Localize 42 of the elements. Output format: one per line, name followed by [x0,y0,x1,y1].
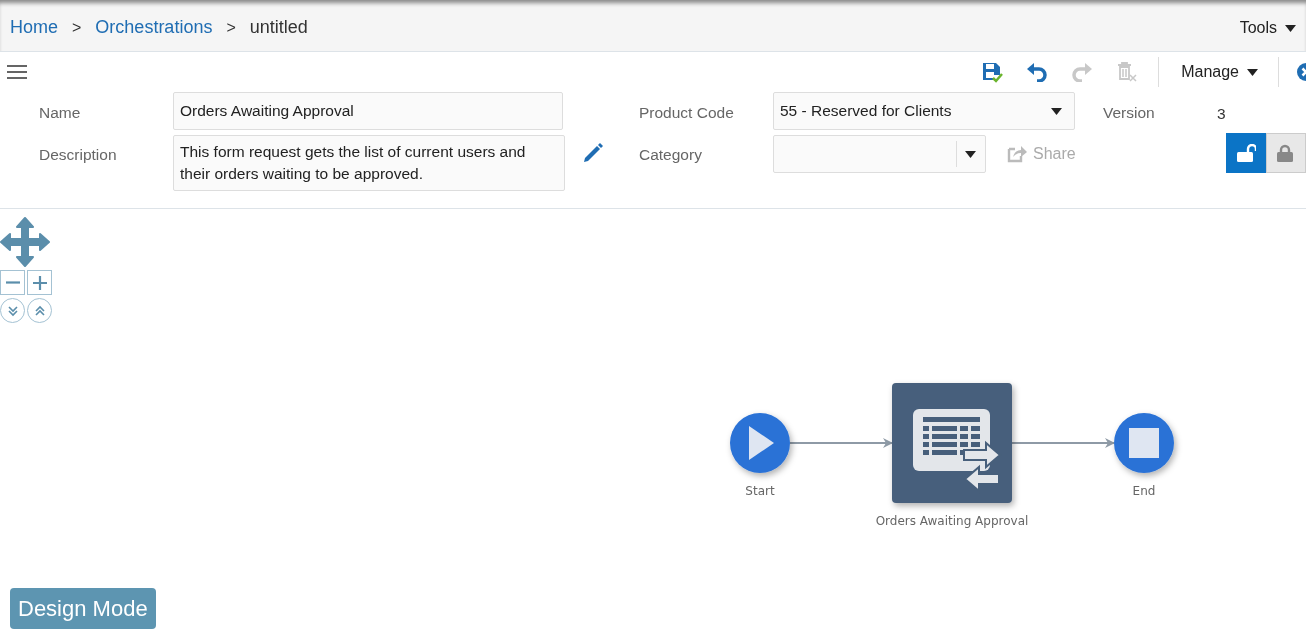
tools-menu[interactable]: Tools [1239,15,1296,40]
breadcrumb-current: untitled [249,16,308,39]
breadcrumb-separator: > [72,17,82,38]
field-label: Product Code [639,103,735,123]
node-label: Start [745,484,775,498]
chevrons-up-icon [33,304,46,317]
field-label: Description [39,145,118,165]
plus-icon [31,274,48,291]
task-node[interactable] [892,383,1012,503]
unlocked-padlock-icon [1236,144,1256,162]
caret-icon [1285,24,1296,32]
collapse-button[interactable] [0,298,25,323]
padlock-icon [1276,144,1296,162]
breadcrumb-separator: > [226,17,236,38]
minus-icon [4,281,21,284]
caret-icon [965,150,976,158]
node-label: Orders Awaiting Approval [875,514,1029,528]
expand-button[interactable] [27,298,52,323]
close-icon[interactable] [1297,63,1306,81]
caret-icon [1051,107,1062,115]
menu-icon[interactable] [7,65,27,79]
lock-button[interactable] [1266,133,1306,173]
zoom-in-button[interactable] [27,270,52,295]
version-value: 3 [1217,104,1226,124]
field-label: Category [639,145,703,165]
unlock-button[interactable] [1226,133,1266,173]
field-label: Name [39,103,82,123]
manage-menu[interactable]: Manage [1175,60,1264,84]
zoom-out-button[interactable] [0,270,25,295]
caret-icon [1247,69,1258,77]
start-node[interactable] [730,413,790,473]
chevrons-down-icon [6,304,19,317]
pan-icon[interactable] [0,217,50,267]
name-field[interactable]: Orders Awaiting Approval [173,92,563,130]
description-field[interactable]: This form request gets the list of current users and their orders waiting to be approved. [173,135,565,191]
product-code-select[interactable]: 55 - Reserved for Clients [773,92,1075,130]
end-node[interactable] [1114,413,1174,473]
breadcrumb-link[interactable]: Orchestrations [95,14,213,41]
field-label: Version [1102,103,1156,123]
share-icon [1007,145,1027,163]
breadcrumb-link[interactable]: Home [10,14,58,41]
node-label: End [1132,484,1156,498]
